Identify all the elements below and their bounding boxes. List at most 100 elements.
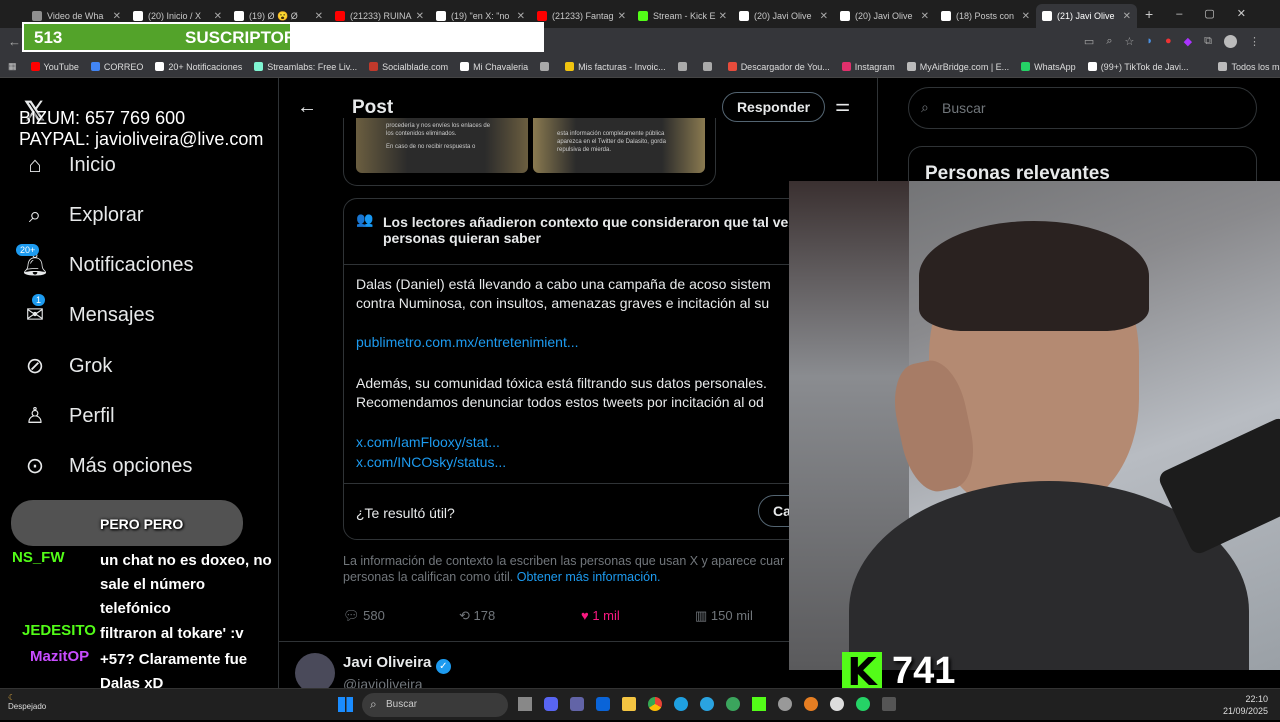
note-link-3[interactable]: x.com/INCOsky/status... (356, 454, 506, 470)
bookmark-icon (30, 62, 40, 71)
weather-widget[interactable]: ☾ Despejado (8, 693, 46, 711)
search-icon: ⌕ (921, 99, 929, 115)
bookmark-5[interactable]: Mi Chavaleria (460, 62, 528, 72)
telegram-icon[interactable] (700, 697, 714, 711)
tab-favicon-icon (638, 11, 648, 21)
bookmark-9[interactable] (702, 62, 716, 72)
back-arrow-icon[interactable]: ← (8, 34, 21, 49)
reply-action[interactable]: 💬︎ 580 (343, 608, 385, 624)
thumbnail-2[interactable]: esta información completamente pública a… (533, 118, 705, 173)
thumbnail-1[interactable]: procedería y nos envíes los enlaces de l… (356, 118, 528, 173)
zoom-icon[interactable]: ⌕ (1106, 35, 1112, 48)
bookmark-12[interactable]: MyAirBridge.com | E... (906, 62, 1009, 72)
bookmark-13[interactable]: WhatsApp (1021, 62, 1076, 72)
close-icon[interactable]: ✕ (113, 11, 121, 22)
close-icon[interactable]: ✕ (1123, 11, 1131, 22)
close-icon[interactable]: ✕ (214, 11, 222, 22)
new-tab-button[interactable]: + (1145, 6, 1153, 22)
bookmark-2[interactable]: 20+ Notificaciones (155, 62, 242, 72)
back-button[interactable]: ← (297, 96, 317, 119)
tab-7[interactable]: (20) Javi Olive ✕ (733, 4, 834, 28)
nav-item-mensajes[interactable]: ✉ 1 Mensajes (22, 294, 155, 328)
app-icon-2[interactable] (804, 697, 818, 711)
close-icon[interactable]: ✕ (315, 11, 323, 22)
extension-icon-1[interactable]: ◗ (1146, 35, 1153, 48)
repost-action[interactable]: ⟲ 178 (459, 608, 495, 624)
apps-grid-icon[interactable]: ▦ (8, 61, 17, 72)
windows-start-icon[interactable] (338, 697, 353, 712)
nav-item-explorar[interactable]: ⌕ Explorar (22, 202, 144, 228)
note-link-2[interactable]: x.com/IamFlooxy/stat... (356, 434, 500, 450)
chrome-icon[interactable] (648, 697, 662, 711)
nav-item-inicio[interactable]: ⌂ Inicio (22, 152, 115, 178)
teams-icon[interactable] (570, 697, 584, 711)
note-title: Los lectores añadieron contexto que cons… (383, 214, 796, 246)
close-icon[interactable]: ✕ (517, 11, 525, 22)
snipping-icon[interactable] (882, 697, 896, 711)
thumbnail-2-text: esta información completamente pública a… (557, 131, 666, 153)
kick-app-icon[interactable] (752, 697, 766, 711)
menu-dots-icon[interactable]: ⋮ (1249, 35, 1260, 48)
search-box[interactable]: ⌕ Buscar (908, 87, 1257, 129)
next-post-avatar[interactable] (295, 653, 335, 688)
close-icon[interactable]: ✕ (416, 11, 424, 22)
app-icon[interactable] (726, 697, 740, 711)
extensions-puzzle-icon[interactable]: ⧉ (1204, 35, 1212, 48)
nav-item-más-opciones[interactable]: ⊙ Más opciones (22, 453, 193, 479)
tab-label: Video de Wha (47, 11, 104, 21)
discord-icon[interactable] (544, 697, 558, 711)
nav-item-perfil[interactable]: ♙ Perfil (22, 403, 114, 429)
bookmark-7[interactable]: Mis facturas - Invoic... (565, 62, 666, 72)
whatsapp-icon[interactable] (856, 697, 870, 711)
bookmark-15[interactable]: Todos los marcadores (1218, 62, 1280, 72)
obs-icon[interactable] (830, 697, 844, 711)
cast-icon[interactable]: ▭ (1084, 35, 1094, 48)
bookmark-3[interactable]: Streamlabs: Free Liv... (254, 62, 357, 72)
extension-icon-3[interactable]: ◆ (1184, 35, 1192, 48)
tab-5[interactable]: (21233) Fantag ✕ (531, 4, 632, 28)
kick-logo-icon: K (842, 651, 882, 692)
learn-more-link[interactable]: Obtener más información. (517, 570, 661, 584)
outlook-icon[interactable] (596, 697, 610, 711)
note-link-1[interactable]: publimetro.com.mx/entretenimient... (356, 334, 579, 350)
bookmark-6[interactable] (540, 62, 553, 72)
tab-6[interactable]: Stream - Kick E ✕ (632, 4, 733, 28)
bookmark-11[interactable]: Instagram (841, 62, 895, 72)
close-icon[interactable]: ✕ (820, 11, 828, 22)
bookmark-10[interactable]: Descargador de You... (727, 62, 830, 72)
profile-avatar[interactable] (1224, 35, 1237, 48)
bookmark-14[interactable]: (99+) TikTok de Javi... (1087, 62, 1188, 72)
extension-icon-2[interactable]: ● (1165, 35, 1172, 48)
next-post-author[interactable]: Javi Oliveira ✓ @javioliveira (343, 654, 451, 688)
close-icon[interactable]: ✕ (921, 11, 929, 22)
community-note: 👥 Los lectores añadieron contexto que co… (343, 198, 813, 540)
file-explorer-icon[interactable] (622, 697, 636, 711)
bell-icon: 🔔︎ 20+ (16, 244, 49, 278)
image-card[interactable]: procedería y nos envíes los enlaces de l… (343, 118, 716, 186)
reply-button[interactable]: Responder (722, 92, 825, 122)
nav-item-notificaciones[interactable]: 🔔︎ 20+ Notificaciones (16, 244, 194, 278)
bookmark-8[interactable] (677, 62, 691, 72)
task-view-icon[interactable] (518, 697, 532, 711)
window-controls[interactable]: –▢✕ (1176, 7, 1268, 20)
bookmark-0[interactable]: YouTube (30, 62, 79, 72)
edge-icon[interactable] (674, 697, 688, 711)
close-icon[interactable]: ✕ (719, 11, 727, 22)
filter-icon[interactable]: ⚌ (835, 96, 850, 116)
views-action[interactable]: ▥ 150 mil (695, 608, 753, 624)
tab-10[interactable]: (21) Javi Olive ✕ (1036, 4, 1137, 28)
nav-item-grok[interactable]: ⊘ Grok (22, 353, 113, 379)
nav-label: Notificaciones (69, 253, 194, 276)
settings-icon[interactable] (778, 697, 792, 711)
close-icon[interactable]: ✕ (618, 11, 626, 22)
bookmark-4[interactable]: Socialblade.com (369, 62, 448, 72)
clock[interactable]: 22:10 21/09/2025 (1223, 693, 1268, 717)
bookmark-icon (702, 62, 712, 71)
star-icon[interactable]: ☆ (1124, 35, 1134, 48)
bookmark-1[interactable]: CORREO (90, 62, 143, 72)
like-action[interactable]: ♥ 1 mil (581, 608, 620, 623)
tab-8[interactable]: (20) Javi Olive ✕ (834, 4, 935, 28)
tab-9[interactable]: (18) Posts con ✕ (935, 4, 1036, 28)
close-icon[interactable]: ✕ (1022, 11, 1030, 22)
taskbar-search[interactable]: ⌕ Buscar (362, 693, 508, 717)
